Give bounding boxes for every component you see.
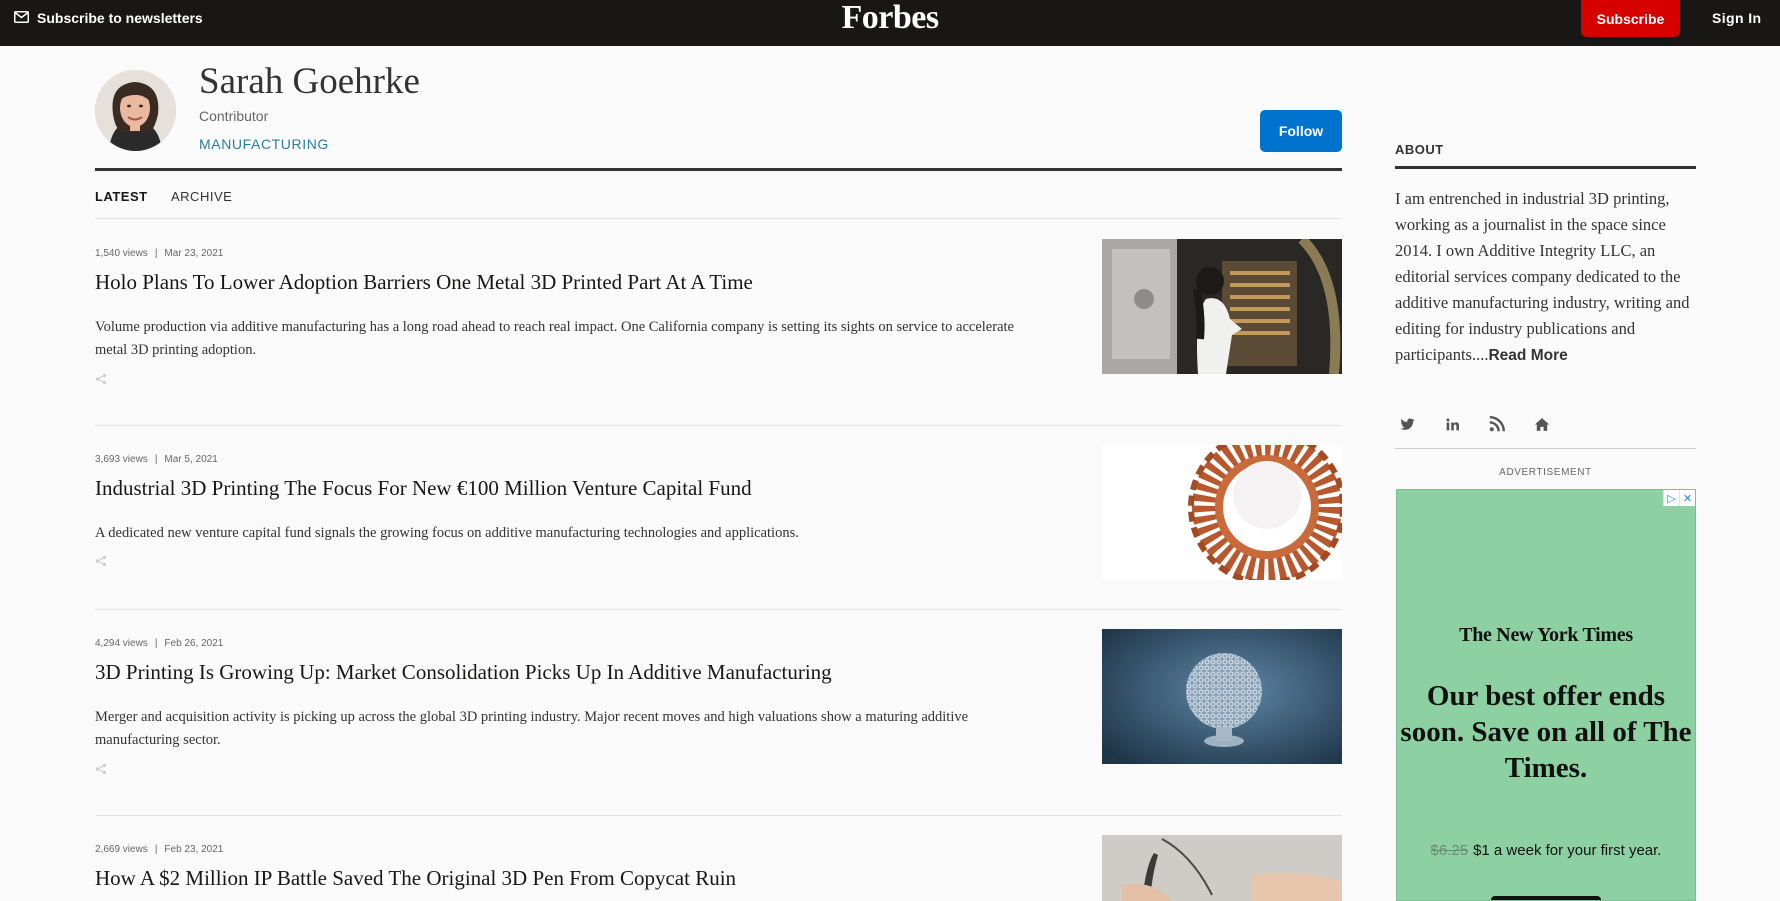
article-description: Merger and acquisition activity is picki… <box>95 709 969 748</box>
article-views: 4,294 views <box>95 638 148 649</box>
article-title-link[interactable]: Industrial 3D Printing The Focus For New… <box>95 476 1075 501</box>
article-date: Feb 23, 2021 <box>164 844 224 855</box>
forbes-logo[interactable]: Forbes <box>0 0 1780 36</box>
tab-latest[interactable]: LATEST <box>95 189 148 204</box>
ad-cta-button[interactable] <box>1491 896 1601 900</box>
read-more-link[interactable]: Read More <box>1488 347 1567 364</box>
sign-in-link[interactable]: Sign In <box>1712 10 1761 26</box>
article-thumbnail[interactable] <box>1102 239 1342 374</box>
share-icon[interactable] <box>95 372 109 386</box>
article-meta: 2,669 views | Feb 23, 2021 <box>95 844 224 855</box>
ad-headline: Our best offer ends soon. Save on all of… <box>1400 680 1692 784</box>
author-avatar <box>95 70 176 151</box>
article-item: 3,693 views | Mar 5, 2021 Industrial 3D Pr… <box>95 445 1342 584</box>
advertisement-banner[interactable]: ▷ ✕ The New York Times Our best offer en… <box>1396 489 1696 901</box>
article-meta: 3,693 views | Mar 5, 2021 <box>95 454 218 465</box>
article-views: 1,540 views <box>95 248 148 259</box>
home-icon[interactable] <box>1532 414 1552 434</box>
article-item: 2,669 views | Feb 23, 2021 How A $2 Millio… <box>95 835 1342 901</box>
advertisement-label: ADVERTISEMENT <box>1499 467 1592 478</box>
article-divider <box>95 609 1342 610</box>
author-topic-link[interactable]: MANUFACTURING <box>199 136 329 152</box>
about-divider <box>1395 166 1696 169</box>
close-icon[interactable]: ✕ <box>1679 490 1695 506</box>
newsletter-label: Subscribe to newsletters <box>37 10 203 26</box>
author-role: Contributor <box>199 108 269 124</box>
article-meta: 1,540 views | Mar 23, 2021 <box>95 248 224 259</box>
social-divider <box>1395 448 1696 449</box>
article-description: A dedicated new venture capital fund sig… <box>95 525 799 541</box>
article-description: Volume production via additive manufactu… <box>95 319 1014 358</box>
follow-button[interactable]: Follow <box>1260 110 1342 152</box>
rss-icon[interactable] <box>1487 414 1507 434</box>
article-thumbnail[interactable] <box>1102 835 1342 901</box>
article-item: 1,540 views | Mar 23, 2021 Holo Plans To L… <box>95 239 1342 413</box>
profile-divider <box>95 168 1342 171</box>
top-bar: Subscribe to newsletters Forbes Subscrib… <box>0 0 1780 46</box>
article-views: 3,693 views <box>95 454 148 465</box>
article-views: 2,669 views <box>95 844 148 855</box>
author-name: Sarah Goehrke <box>199 61 420 102</box>
article-item: 4,294 views | Feb 26, 2021 3D Printing Is … <box>95 629 1342 788</box>
article-divider <box>95 425 1342 426</box>
article-date: Mar 5, 2021 <box>164 454 218 465</box>
share-icon[interactable] <box>95 762 109 776</box>
article-date: Feb 26, 2021 <box>164 638 224 649</box>
ad-offer: $6.25 $1 a week for your first year. <box>1397 842 1695 859</box>
mail-icon <box>14 10 29 26</box>
ad-choices[interactable]: ▷ ✕ <box>1663 490 1695 506</box>
twitter-icon[interactable] <box>1397 414 1417 434</box>
article-title-link[interactable]: Holo Plans To Lower Adoption Barriers On… <box>95 270 1075 295</box>
tab-archive[interactable]: ARCHIVE <box>171 189 232 204</box>
about-text: I am entrenched in industrial 3D printin… <box>1395 186 1696 369</box>
ad-offer-text: $1 a week for your first year. <box>1473 842 1662 859</box>
about-heading: ABOUT <box>1395 142 1444 157</box>
tabs-divider <box>95 218 1342 219</box>
subscribe-button[interactable]: Subscribe <box>1581 0 1680 37</box>
article-thumbnail[interactable] <box>1102 629 1342 764</box>
share-icon[interactable] <box>95 554 109 568</box>
about-body: I am entrenched in industrial 3D printin… <box>1395 189 1690 364</box>
article-title-link[interactable]: 3D Printing Is Growing Up: Market Consol… <box>95 660 1075 685</box>
ad-info-icon[interactable]: ▷ <box>1663 490 1679 506</box>
ad-brand-logo: The New York Times <box>1459 624 1633 646</box>
linkedin-icon[interactable] <box>1442 414 1462 434</box>
article-date: Mar 23, 2021 <box>164 248 224 259</box>
ad-old-price: $6.25 <box>1430 842 1469 859</box>
article-meta: 4,294 views | Feb 26, 2021 <box>95 638 224 649</box>
article-thumbnail[interactable] <box>1102 445 1342 580</box>
subscribe-newsletters-link[interactable]: Subscribe to newsletters <box>14 10 203 26</box>
article-divider <box>95 815 1342 816</box>
article-title-link[interactable]: How A $2 Million IP Battle Saved The Ori… <box>95 866 1075 891</box>
